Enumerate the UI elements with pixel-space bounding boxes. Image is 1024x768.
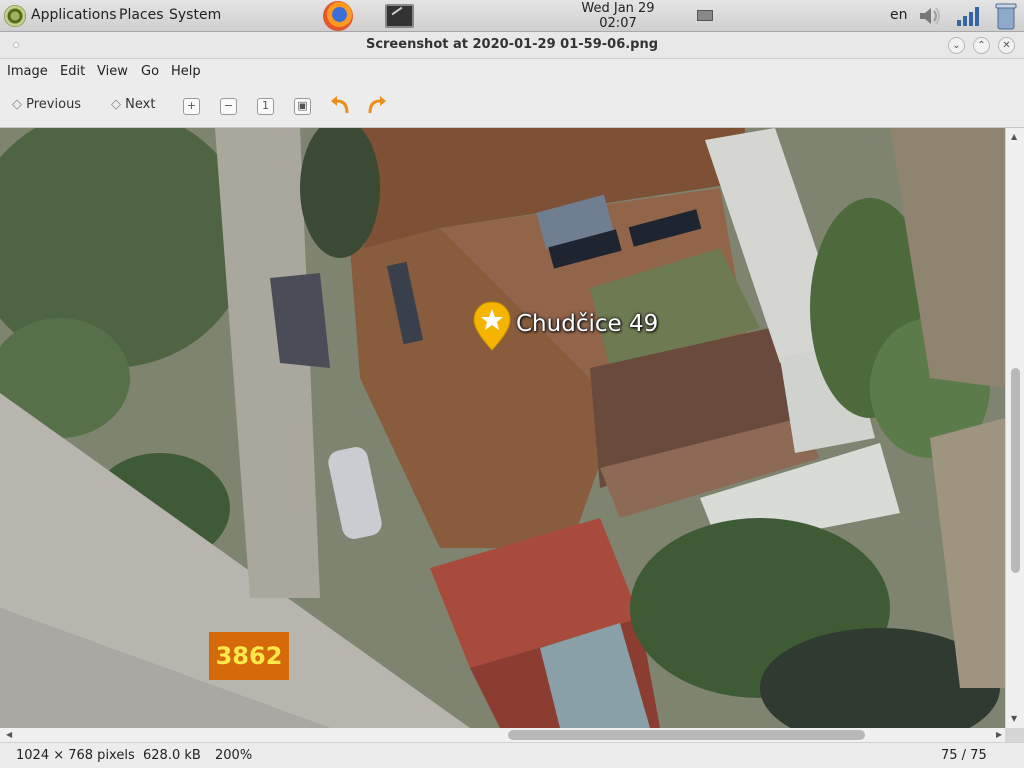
trash-icon[interactable]: [991, 1, 1021, 31]
clock-time: 02:07: [599, 16, 637, 31]
battery-icon[interactable]: [697, 10, 713, 21]
image-viewport[interactable]: Chudčice 49 3862: [0, 128, 1005, 728]
image-position: 75 / 75: [941, 748, 987, 763]
menubar: Image Edit View Go Help: [0, 59, 1024, 85]
panel-menu-applications[interactable]: Applications: [31, 7, 117, 23]
close-icon: ✕: [1002, 40, 1011, 51]
minimize-button[interactable]: ⌄: [948, 37, 965, 54]
window-titlebar[interactable]: Screenshot at 2020-01-29 01-59-06.png ⌄ …: [0, 32, 1024, 59]
panel-menu-system[interactable]: System: [169, 7, 221, 23]
star-pin-icon[interactable]: [472, 300, 512, 352]
best-fit-icon[interactable]: ▣: [294, 98, 311, 115]
network-signal-icon[interactable]: [955, 5, 981, 27]
toolbar: ◇ Previous ◇ Next + − 1 ▣: [0, 85, 1024, 128]
scroll-left-icon[interactable]: ◀: [6, 730, 12, 739]
rotate-left-icon[interactable]: [329, 95, 351, 117]
menu-view[interactable]: View: [97, 64, 128, 79]
panel-menu-places[interactable]: Places: [119, 7, 164, 23]
volume-icon[interactable]: [918, 5, 942, 27]
maximize-icon: ⌃: [977, 40, 986, 51]
normal-size-icon[interactable]: 1: [257, 98, 274, 115]
keyboard-layout-indicator[interactable]: en: [890, 7, 908, 23]
next-icon: ◇: [111, 97, 121, 112]
window-title: Screenshot at 2020-01-29 01-59-06.png: [365, 37, 659, 52]
next-button[interactable]: ◇ Next: [111, 97, 155, 112]
firefox-icon[interactable]: [323, 1, 353, 31]
close-button[interactable]: ✕: [998, 37, 1015, 54]
scroll-right-icon[interactable]: ▶: [996, 730, 1002, 739]
statusbar: 1024 × 768 pixels 628.0 kB 200% 75 / 75: [0, 742, 1024, 768]
file-size: 628.0 kB: [143, 748, 201, 763]
minimize-icon: ⌄: [952, 40, 961, 51]
menu-help[interactable]: Help: [171, 64, 201, 79]
panel-clock[interactable]: Wed Jan 29 02:07: [570, 1, 666, 31]
top-panel: Applications Places System Wed Jan 29 02…: [0, 0, 1024, 32]
vertical-scrollbar[interactable]: ▲ ▼: [1005, 128, 1024, 728]
rotate-right-icon[interactable]: [366, 95, 388, 117]
previous-icon: ◇: [12, 97, 22, 112]
menu-go[interactable]: Go: [141, 64, 159, 79]
scroll-down-icon[interactable]: ▼: [1011, 714, 1017, 723]
horizontal-scroll-thumb[interactable]: [508, 730, 865, 740]
aerial-map-image: [0, 128, 1005, 728]
previous-button[interactable]: ◇ Previous: [12, 97, 81, 112]
next-label: Next: [125, 97, 156, 112]
distro-logo-icon[interactable]: [4, 5, 26, 27]
place-label[interactable]: Chudčice 49: [516, 311, 658, 337]
vertical-scroll-thumb[interactable]: [1011, 368, 1020, 573]
road-number-badge: 3862: [209, 632, 289, 680]
zoom-in-icon[interactable]: +: [183, 98, 200, 115]
zoom-level: 200%: [215, 748, 253, 763]
menu-edit[interactable]: Edit: [60, 64, 85, 79]
menu-image[interactable]: Image: [7, 64, 48, 79]
image-dimensions: 1024 × 768 pixels: [16, 748, 135, 763]
scroll-up-icon[interactable]: ▲: [1011, 132, 1017, 141]
previous-label: Previous: [26, 97, 82, 112]
horizontal-scrollbar[interactable]: ◀ ▶: [0, 728, 1005, 742]
clock-date: Wed Jan 29: [581, 1, 655, 16]
zoom-out-icon[interactable]: −: [220, 98, 237, 115]
maximize-button[interactable]: ⌃: [973, 37, 990, 54]
terminal-icon[interactable]: [385, 4, 414, 28]
